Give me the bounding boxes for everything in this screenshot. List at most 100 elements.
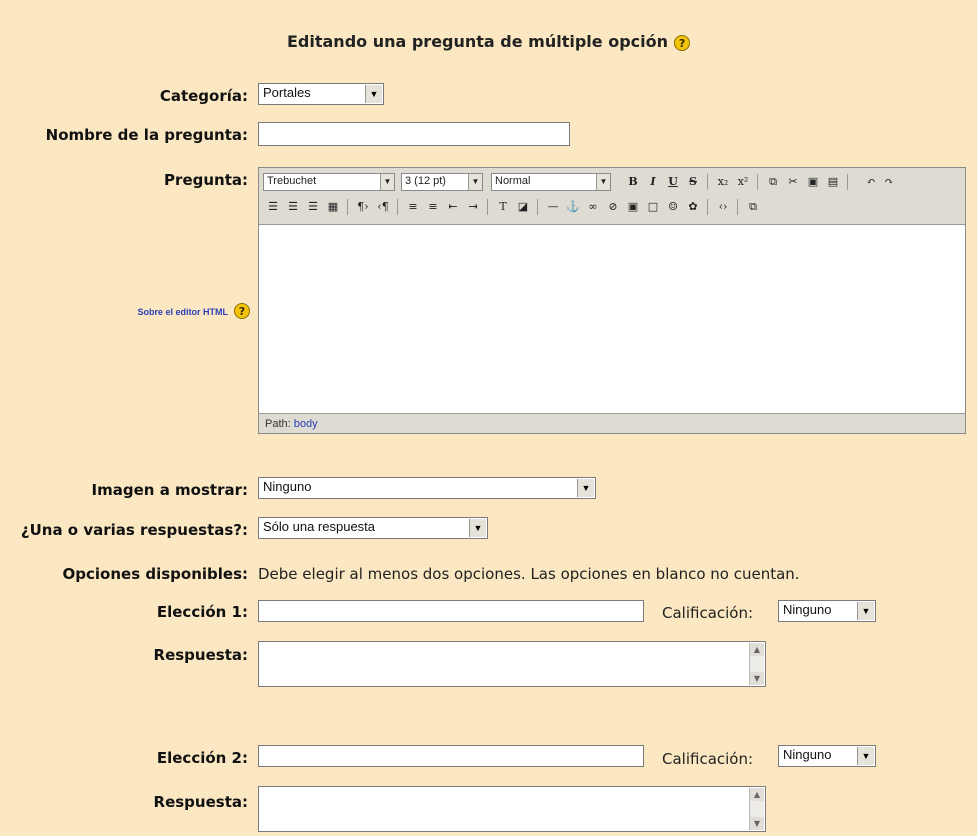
chevron-down-icon: ▼ bbox=[577, 479, 594, 497]
page-title: Editando una pregunta de múltiple opción… bbox=[0, 32, 977, 51]
paste-icon[interactable]: ▣ bbox=[805, 174, 821, 190]
category-select[interactable]: Portales ▼ bbox=[258, 83, 384, 105]
outdent-icon[interactable]: ⇤ bbox=[445, 199, 461, 215]
scroll-down-icon[interactable]: ▼ bbox=[750, 817, 764, 830]
subscript-button[interactable]: x₂ bbox=[715, 174, 731, 190]
editor-content-area[interactable] bbox=[259, 225, 965, 415]
choice-1-label: Elección 1: bbox=[156, 603, 248, 621]
image-select[interactable]: Ninguno ▼ bbox=[258, 477, 596, 499]
chevron-down-icon: ▼ bbox=[857, 602, 874, 620]
format-select[interactable]: Normal ▼ bbox=[491, 173, 611, 191]
strikethrough-button[interactable]: S bbox=[685, 174, 701, 190]
help-icon[interactable]: ? bbox=[674, 34, 691, 51]
align-left-icon[interactable]: ☰ bbox=[265, 199, 281, 215]
font-select[interactable]: Trebuchet ▼ bbox=[263, 173, 395, 191]
options-note: Debe elegir al menos dos opciones. Las o… bbox=[258, 565, 800, 583]
category-label: Categoría: bbox=[159, 87, 248, 105]
html-editor-help: Sobre el editor HTML? bbox=[0, 300, 250, 319]
unordered-list-icon[interactable]: ≡ bbox=[425, 199, 441, 215]
answers-mode-select[interactable]: Sólo una respuesta ▼ bbox=[258, 517, 488, 539]
table-icon[interactable]: □ bbox=[645, 199, 661, 215]
html-editor-help-link[interactable]: Sobre el editor HTML bbox=[137, 307, 228, 317]
anchor-icon[interactable]: ⚓ bbox=[565, 199, 581, 215]
font-select-value: Trebuchet bbox=[267, 175, 317, 187]
question-name-input[interactable] bbox=[258, 122, 570, 146]
toolbar-separator bbox=[707, 199, 708, 215]
copy-icon[interactable]: ⧉ bbox=[765, 174, 781, 190]
italic-button[interactable]: I bbox=[645, 174, 661, 190]
chevron-down-icon: ▼ bbox=[469, 519, 486, 537]
response-1-textarea[interactable]: ▲ ▼ bbox=[258, 641, 766, 687]
response-2-textarea[interactable]: ▲ ▼ bbox=[258, 786, 766, 832]
toolbar-separator bbox=[397, 199, 398, 215]
choice-1-input[interactable] bbox=[258, 600, 644, 622]
chevron-down-icon: ▼ bbox=[380, 174, 394, 190]
toolbar-separator bbox=[757, 174, 758, 190]
question-name-label: Nombre de la pregunta: bbox=[45, 126, 248, 144]
align-right-icon[interactable]: ☰ bbox=[305, 199, 321, 215]
chevron-down-icon: ▼ bbox=[857, 747, 874, 765]
choice-2-grade-select[interactable]: Ninguno ▼ bbox=[778, 745, 876, 767]
special-char-icon[interactable]: ✿ bbox=[685, 199, 701, 215]
redo-icon[interactable]: ↷ bbox=[881, 174, 897, 190]
image-label: Imagen a mostrar: bbox=[91, 481, 248, 499]
undo-icon[interactable]: ↶ bbox=[863, 174, 879, 190]
scrollbar[interactable]: ▲ ▼ bbox=[749, 788, 764, 830]
choice-2-grade-label: Calificación: bbox=[662, 750, 754, 768]
unlink-icon[interactable]: ⊘ bbox=[605, 199, 621, 215]
answers-mode-label: ¿Una o varias respuestas?: bbox=[20, 521, 248, 539]
question-label: Pregunta: bbox=[164, 171, 248, 189]
clean-word-icon[interactable]: ▤ bbox=[825, 174, 841, 190]
category-select-value: Portales bbox=[263, 85, 311, 100]
toolbar-separator bbox=[347, 199, 348, 215]
image-icon[interactable]: ▣ bbox=[625, 199, 641, 215]
fullscreen-icon[interactable]: ⧉ bbox=[745, 199, 761, 215]
editor-path-bar: Path: body bbox=[259, 413, 965, 433]
options-label: Opciones disponibles: bbox=[62, 565, 248, 583]
ordered-list-icon[interactable]: ≡ bbox=[405, 199, 421, 215]
answers-mode-select-value: Sólo una respuesta bbox=[263, 519, 376, 534]
ltr-icon[interactable]: ¶› bbox=[355, 199, 371, 215]
link-icon[interactable]: ∞ bbox=[585, 199, 601, 215]
html-editor: Trebuchet ▼ 3 (12 pt) ▼ Normal ▼ B I U S x₂… bbox=[258, 167, 966, 434]
rtl-icon[interactable]: ‹¶ bbox=[375, 199, 391, 215]
superscript-button[interactable]: x² bbox=[735, 174, 751, 190]
scroll-up-icon[interactable]: ▲ bbox=[750, 643, 764, 656]
chevron-down-icon: ▼ bbox=[468, 174, 482, 190]
bold-button[interactable]: B bbox=[625, 174, 641, 190]
toolbar-separator bbox=[487, 199, 488, 215]
response-1-label: Respuesta: bbox=[153, 646, 248, 664]
image-select-value: Ninguno bbox=[263, 479, 312, 494]
choice-1-grade-select[interactable]: Ninguno ▼ bbox=[778, 600, 876, 622]
size-select[interactable]: 3 (12 pt) ▼ bbox=[401, 173, 483, 191]
toolbar-separator bbox=[537, 199, 538, 215]
html-source-icon[interactable]: ‹› bbox=[715, 199, 731, 215]
horizontal-rule-icon[interactable]: — bbox=[545, 199, 561, 215]
choice-1-grade-value: Ninguno bbox=[783, 602, 832, 617]
toolbar-separator bbox=[847, 174, 848, 190]
indent-icon[interactable]: ⇥ bbox=[465, 199, 481, 215]
path-body-link[interactable]: body bbox=[294, 418, 318, 430]
chevron-down-icon: ▼ bbox=[365, 85, 382, 103]
background-color-icon[interactable]: ◪ bbox=[515, 199, 531, 215]
toolbar-separator bbox=[737, 199, 738, 215]
text-color-icon[interactable]: T bbox=[495, 199, 511, 215]
align-center-icon[interactable]: ☰ bbox=[285, 199, 301, 215]
scroll-down-icon[interactable]: ▼ bbox=[750, 672, 764, 685]
underline-button[interactable]: U bbox=[665, 174, 681, 190]
choice-1-grade-label: Calificación: bbox=[662, 604, 754, 622]
path-label: Path: bbox=[265, 418, 291, 430]
help-icon[interactable]: ? bbox=[234, 302, 250, 319]
choice-2-input[interactable] bbox=[258, 745, 644, 767]
scrollbar[interactable]: ▲ ▼ bbox=[749, 643, 764, 685]
chevron-down-icon: ▼ bbox=[596, 174, 610, 190]
format-select-value: Normal bbox=[495, 175, 531, 187]
smiley-icon[interactable]: ☺ bbox=[665, 199, 681, 215]
response-2-label: Respuesta: bbox=[153, 793, 248, 811]
justify-icon[interactable]: ▦ bbox=[325, 199, 341, 215]
choice-2-grade-value: Ninguno bbox=[783, 747, 832, 762]
page-title-text: Editando una pregunta de múltiple opción bbox=[286, 32, 669, 51]
cut-icon[interactable]: ✂ bbox=[785, 174, 801, 190]
scroll-up-icon[interactable]: ▲ bbox=[750, 788, 764, 801]
toolbar-separator bbox=[707, 174, 708, 190]
